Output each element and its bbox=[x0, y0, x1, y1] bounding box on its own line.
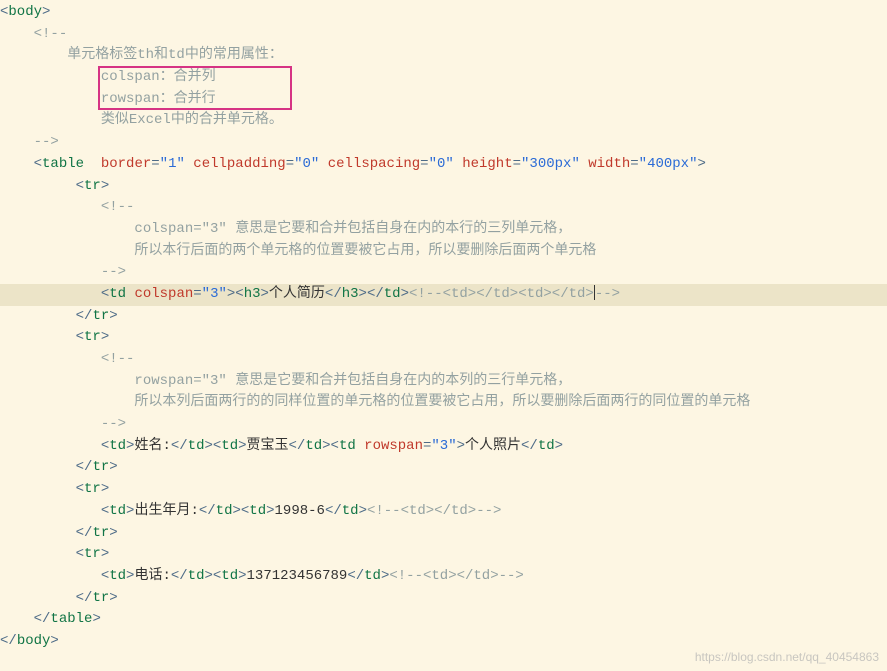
comment-open: <!-- bbox=[101, 199, 135, 215]
text-name-value: 贾宝玉 bbox=[247, 438, 289, 454]
attr-border: border bbox=[101, 156, 151, 172]
comment-line: 所以本行后面的两个单元格的位置要被它占用，所以要删除后面两个单元格 bbox=[134, 243, 596, 259]
comment-line: colspan：合并列 bbox=[101, 69, 216, 85]
comment-open: <!-- bbox=[101, 351, 135, 367]
text-dob-label: 出生年月: bbox=[134, 503, 198, 519]
attr-cellspacing: cellspacing bbox=[328, 156, 420, 172]
comment-close: --> bbox=[101, 264, 126, 280]
text-name-label: 姓名: bbox=[134, 438, 170, 454]
comment-line: rowspan：合并行 bbox=[101, 91, 216, 107]
attr-cellpadding: cellpadding bbox=[193, 156, 285, 172]
comment-open: <!-- bbox=[34, 26, 68, 42]
watermark: https://blog.csdn.net/qq_40454863 bbox=[695, 648, 879, 667]
text-cursor bbox=[594, 285, 595, 300]
comment-inline: <!--<td></td>--> bbox=[367, 503, 501, 519]
comment-inline: <!--<td></td>--> bbox=[389, 568, 523, 584]
text-tel-label: 电话: bbox=[134, 568, 170, 584]
comment-line: rowspan="3" 意思是它要和合并包括自身在内的本列的三行单元格， bbox=[134, 373, 571, 389]
tag-table: table bbox=[42, 156, 84, 172]
comment-line: 所以本列后面两行的的同样位置的单元格的位置要被它占用，所以要删除后面两行的同位置… bbox=[134, 394, 750, 410]
text-photo: 个人照片 bbox=[465, 438, 521, 454]
comment-line: colspan="3" 意思是它要和合并包括自身在内的本行的三列单元格， bbox=[134, 221, 571, 237]
attr-colspan: colspan bbox=[134, 286, 193, 302]
attr-height: height bbox=[462, 156, 512, 172]
attr-width: width bbox=[588, 156, 630, 172]
attr-rowspan: rowspan bbox=[364, 438, 423, 454]
comment-inline: <!--<td></td><td></td> bbox=[409, 286, 594, 302]
code-editor[interactable]: <body> <!-- 单元格标签th和td中的常用属性： colspan：合并… bbox=[0, 0, 887, 653]
comment-close: --> bbox=[101, 416, 126, 432]
comment-close: --> bbox=[34, 134, 59, 150]
tag-h3: h3 bbox=[244, 286, 261, 302]
text-tel-value: 137123456789 bbox=[247, 568, 348, 584]
text-resume: 个人简历 bbox=[269, 286, 325, 302]
comment-line: 类似Excel中的合并单元格。 bbox=[101, 112, 283, 128]
highlighted-line[interactable]: <td colspan="3"><h3>个人简历</h3></td><!--<t… bbox=[0, 284, 887, 306]
tag-body: body bbox=[8, 4, 42, 20]
tag-tr: tr bbox=[84, 178, 101, 194]
text-dob-value: 1998-6 bbox=[275, 503, 325, 519]
comment-line: 单元格标签th和td中的常用属性： bbox=[67, 47, 283, 63]
tag-td: td bbox=[109, 286, 126, 302]
